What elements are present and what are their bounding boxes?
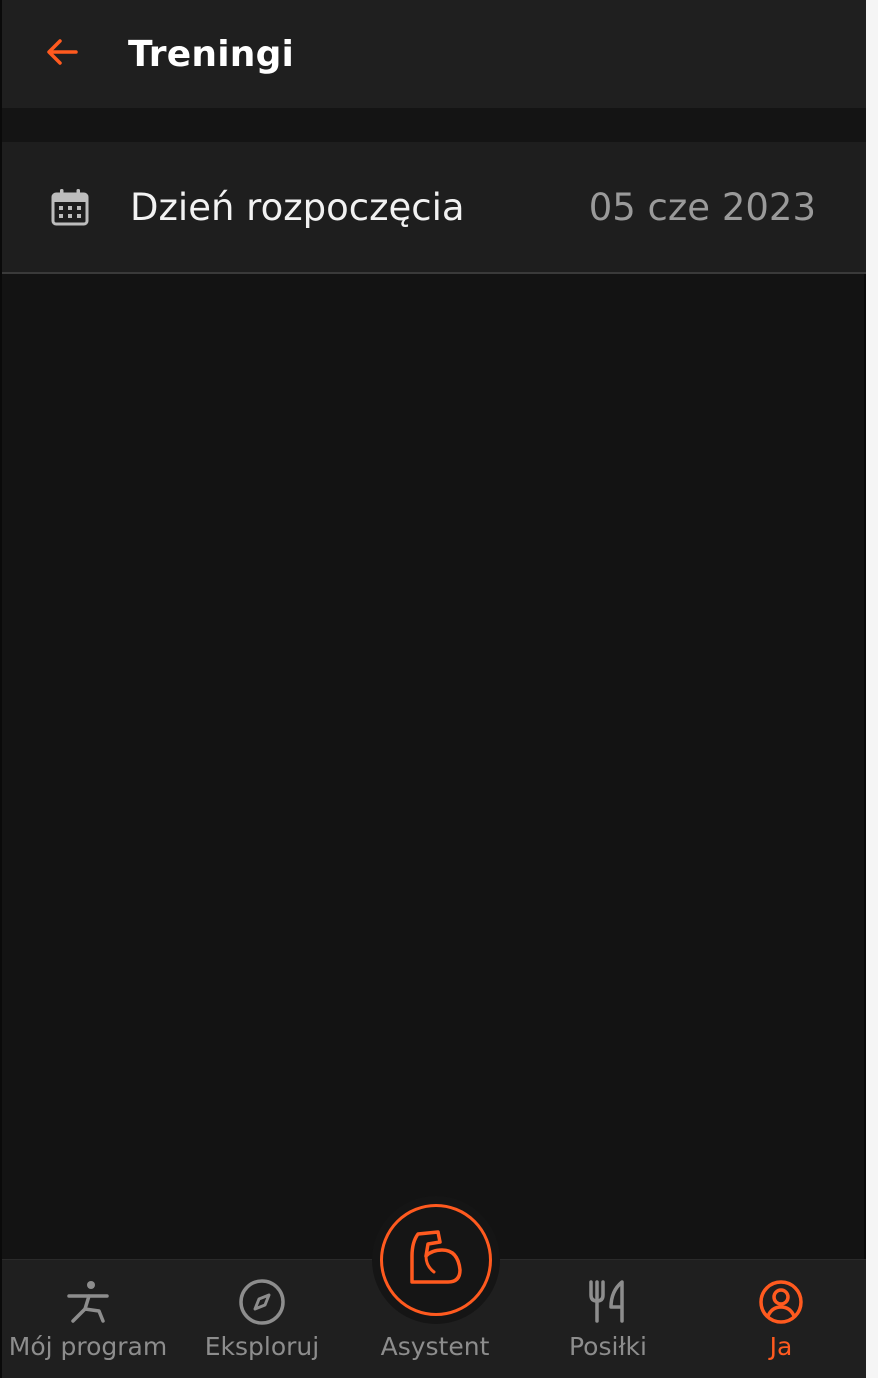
start-day-label: Dzień rozpoczęcia	[130, 185, 465, 229]
app-screen: Treningi Dzień rozpoczęcia 05 cze 2023 M…	[0, 0, 866, 1378]
compass-icon	[238, 1278, 286, 1326]
page-title: Treningi	[128, 33, 295, 75]
arrow-left-icon	[42, 32, 82, 76]
nav-label-meals: Posiłki	[569, 1332, 647, 1361]
start-day-value: 05 cze 2023	[588, 185, 816, 229]
back-button[interactable]	[32, 24, 92, 84]
nav-label-me: Ja	[769, 1332, 793, 1361]
start-day-setting-row[interactable]: Dzień rozpoczęcia 05 cze 2023	[2, 142, 866, 274]
nav-item-explore[interactable]: Eksploruj	[176, 1260, 348, 1378]
nav-item-me[interactable]: Ja	[695, 1260, 867, 1378]
nav-label-assistant: Asystent	[380, 1332, 490, 1361]
assistant-fab-button[interactable]	[372, 1196, 500, 1324]
nav-item-my-program[interactable]: Mój program	[2, 1260, 174, 1378]
assistant-ring	[380, 1204, 492, 1316]
calendar-icon	[50, 187, 90, 227]
top-app-bar: Treningi	[2, 0, 866, 108]
user-circle-icon	[757, 1278, 805, 1326]
yoga-pose-icon	[64, 1278, 112, 1326]
screen-edge	[866, 0, 878, 1378]
nav-item-meals[interactable]: Posiłki	[522, 1260, 694, 1378]
flexed-arm-icon	[404, 1226, 468, 1294]
section-gap	[2, 108, 866, 142]
nav-label-explore: Eksploruj	[204, 1332, 320, 1361]
nav-label-my-program: Mój program	[8, 1332, 168, 1361]
fork-knife-icon	[584, 1278, 632, 1326]
